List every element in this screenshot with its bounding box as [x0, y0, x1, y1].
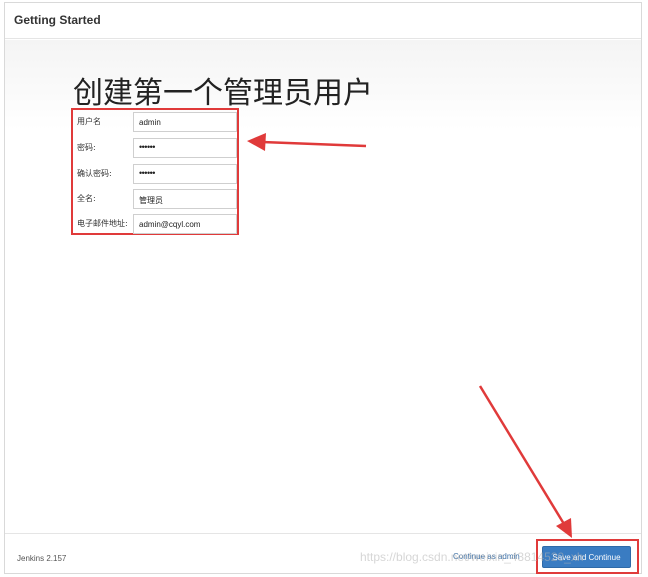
username-input[interactable]: admin — [133, 112, 237, 132]
email-row: 电子邮件地址: admin@cqyl.com — [75, 214, 237, 234]
fullname-input[interactable]: 管理员 — [133, 189, 237, 209]
password-label: 密码: — [77, 143, 96, 152]
version-label: Jenkins 2.157 — [17, 554, 67, 563]
confirm-password-label: 确认密码: — [77, 169, 112, 178]
username-label: 用户名 — [77, 117, 101, 126]
continue-as-admin-link[interactable]: Continue as admin — [453, 552, 520, 561]
email-input[interactable]: admin@cqyl.com — [133, 214, 237, 234]
username-row: 用户名 admin — [75, 112, 237, 132]
confirm-password-row: 确认密码: •••••• — [75, 164, 237, 184]
email-label: 电子邮件地址: — [77, 219, 128, 228]
header-title: Getting Started — [14, 13, 101, 27]
admin-user-form: 用户名 admin 密码: •••••• 确认密码: •••••• 全名: 管理… — [71, 108, 239, 235]
page-title: 创建第一个管理员用户 — [73, 76, 373, 111]
fullname-row: 全名: 管理员 — [75, 189, 237, 209]
header-bar: Getting Started — [5, 3, 641, 39]
main-content: 创建第一个管理员用户 用户名 admin 密码: •••••• 确认密码: ••… — [5, 40, 641, 532]
confirm-password-input[interactable]: •••••• — [133, 164, 237, 184]
setup-wizard-window: Getting Started 创建第一个管理员用户 用户名 admin 密码:… — [4, 2, 642, 574]
footer-bar: Jenkins 2.157 Continue as admin Save and… — [5, 533, 641, 574]
fullname-label: 全名: — [77, 194, 96, 203]
password-row: 密码: •••••• — [75, 138, 237, 158]
save-and-continue-button[interactable]: Save and Continue — [542, 546, 631, 568]
password-input[interactable]: •••••• — [133, 138, 237, 158]
